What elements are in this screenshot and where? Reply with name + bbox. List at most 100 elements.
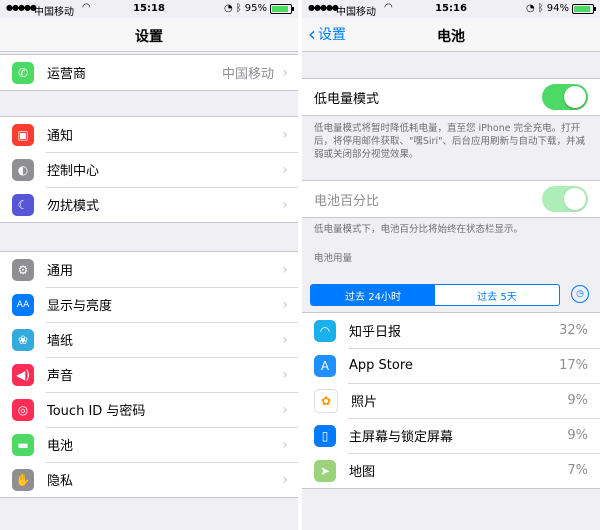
chevron-right-icon: › [282, 402, 288, 418]
display-icon: AA [12, 293, 34, 316]
chevron-right-icon: › [282, 262, 288, 278]
usage-row: A App Store 17% [302, 348, 600, 383]
settings-row-detail: 中国移动 [221, 67, 274, 82]
app-name: 地图 [349, 465, 376, 480]
settings-row-label: 运营商 [47, 67, 87, 82]
usage-period-control: 过去 24小时 过去 5天 [310, 284, 560, 306]
low-power-label: 低电量模式 [314, 91, 380, 107]
chevron-right-icon: › [282, 472, 288, 488]
battery-percentage-description: 低电量模式下，电池百分比将始终在状态栏显示。 [314, 224, 524, 235]
settings-row-label: 控制中心 [47, 164, 100, 179]
chevron-right-icon: › [282, 65, 288, 81]
app-name: 知乎日报 [349, 325, 402, 340]
app-name: 照片 [351, 395, 378, 410]
battery-usage-header: 电池用量 [314, 253, 353, 264]
photos-icon: ✿ [314, 388, 338, 413]
tab-last-24-hours[interactable]: 过去 24小时 [311, 285, 435, 305]
settings-row[interactable]: ✆ 运营商 中国移动 › [0, 55, 298, 90]
notifications-icon: ▣ [12, 123, 34, 146]
chevron-right-icon: › [282, 332, 288, 348]
battery-percent: 95% [244, 3, 267, 14]
zhihu-icon: ◠ [314, 319, 336, 342]
battery-percentage-toggle[interactable] [542, 186, 588, 212]
usage-row: ✿ 照片 9% [302, 383, 600, 418]
settings-row-label: 通知 [47, 129, 74, 144]
settings-row[interactable]: ▣ 通知 › [0, 117, 298, 152]
chevron-right-icon: › [282, 437, 288, 453]
alarm-icon: ◔ [526, 3, 535, 14]
sound-icon: ◀) [12, 363, 34, 386]
settings-row-label: 显示与亮度 [47, 299, 113, 314]
usage-percent: 9% [567, 393, 588, 408]
settings-row[interactable]: ◀) 声音 › [0, 357, 298, 392]
settings-row[interactable]: ▬ 电池 › [0, 427, 298, 462]
usage-percent: 9% [567, 428, 588, 443]
control-center-icon: ◐ [12, 158, 34, 181]
usage-row: ▯ 主屏幕与锁定屏幕 9% [302, 418, 600, 453]
wallpaper-icon: ❀ [12, 328, 34, 351]
battery-icon: ▬ [12, 433, 34, 456]
moon-icon: ☾ [12, 193, 34, 216]
hand-icon: ✋ [12, 468, 34, 491]
battery-indicator-icon [270, 3, 294, 14]
home-screen-icon: ▯ [314, 424, 336, 447]
app-name: App Store [349, 358, 413, 373]
low-power-description: 低电量模式将暂时降低耗电量，直至您 iPhone 完全充电。打开后，将停用邮件获… [314, 123, 585, 160]
chevron-right-icon: › [282, 127, 288, 143]
chevron-right-icon: › [282, 197, 288, 213]
phone-icon: ✆ [12, 61, 34, 84]
toggle-knob [564, 86, 586, 108]
fingerprint-icon: ◎ [12, 398, 34, 421]
settings-row-label: 隐私 [47, 474, 74, 489]
battery-usage-list: ◠ 知乎日报 32% A App Store 17% ✿ 照片 9% ▯ 主屏幕与锁定屏幕 9% ➤ 地图… [302, 312, 600, 489]
battery-percentage-group: 电池百分比 [302, 180, 600, 218]
clock-icon[interactable]: ◷ [571, 285, 589, 303]
settings-row[interactable]: ⚙ 通用 › [0, 252, 298, 287]
settings-group-carrier: ✆ 运营商 中国移动 › [0, 54, 298, 91]
low-power-row: 低电量模式 [302, 79, 600, 115]
settings-row[interactable]: ◐ 控制中心 › [0, 152, 298, 187]
settings-group-system: ▣ 通知 › ◐ 控制中心 › ☾ 勿扰模式 › [0, 116, 298, 223]
toggle-knob [564, 188, 586, 210]
page-title: 设置 [135, 29, 163, 45]
nav-bar: ‹ 设置 电池 [302, 18, 600, 52]
settings-row[interactable]: AA 显示与亮度 › [0, 287, 298, 322]
settings-row[interactable]: ✋ 隐私 › [0, 462, 298, 497]
battery-percentage-row: 电池百分比 [302, 181, 600, 217]
status-bar: ●●●●● 中国移动 ◠ 15:18 ◔ ᛒ 95% [0, 0, 298, 18]
app-store-icon: A [314, 354, 336, 377]
settings-row[interactable]: ☾ 勿扰模式 › [0, 187, 298, 222]
settings-screen: ●●●●● 中国移动 ◠ 15:18 ◔ ᛒ 95% 设置 ✆ 运营商 中国移动 › … [0, 0, 298, 530]
low-power-toggle[interactable] [542, 84, 588, 110]
alarm-icon: ◔ [224, 3, 233, 14]
settings-row-label: Touch ID 与密码 [47, 404, 146, 419]
settings-row-label: 墙纸 [47, 334, 74, 349]
settings-row[interactable]: ◎ Touch ID 与密码 › [0, 392, 298, 427]
settings-row-label: 电池 [47, 439, 74, 454]
maps-icon: ➤ [314, 459, 336, 482]
low-power-group: 低电量模式 [302, 78, 600, 116]
usage-row: ➤ 地图 7% [302, 453, 600, 488]
app-name: 主屏幕与锁定屏幕 [349, 430, 454, 445]
page-title: 电池 [437, 29, 465, 45]
battery-screen: ●●●●● 中国移动 ◠ 15:16 ◔ ᛒ 94% ‹ 设置 电池 低电量模式… [302, 0, 600, 530]
usage-row: ◠ 知乎日报 32% [302, 313, 600, 348]
settings-row-label: 通用 [47, 264, 74, 279]
usage-percent: 32% [559, 323, 588, 338]
usage-percent: 17% [559, 358, 588, 373]
status-bar: ●●●●● 中国移动 ◠ 15:16 ◔ ᛒ 94% [302, 0, 600, 18]
tab-last-5-days[interactable]: 过去 5天 [435, 285, 559, 305]
chevron-right-icon: › [282, 162, 288, 178]
chevron-right-icon: › [282, 367, 288, 383]
gear-icon: ⚙ [12, 258, 34, 281]
battery-percent: 94% [546, 3, 569, 14]
bluetooth-icon: ᛒ [537, 3, 544, 14]
bluetooth-icon: ᛒ [235, 3, 242, 14]
battery-percentage-label: 电池百分比 [314, 193, 380, 209]
settings-row-label: 声音 [47, 369, 74, 384]
battery-indicator-icon [572, 3, 596, 14]
settings-group-general: ⚙ 通用 › AA 显示与亮度 › ❀ 墙纸 › ◀) 声音 › ◎ Touch ID 与密码 › ▬ 电池 › ✋… [0, 251, 298, 498]
usage-percent: 7% [567, 463, 588, 478]
chevron-right-icon: › [282, 297, 288, 313]
settings-row[interactable]: ❀ 墙纸 › [0, 322, 298, 357]
